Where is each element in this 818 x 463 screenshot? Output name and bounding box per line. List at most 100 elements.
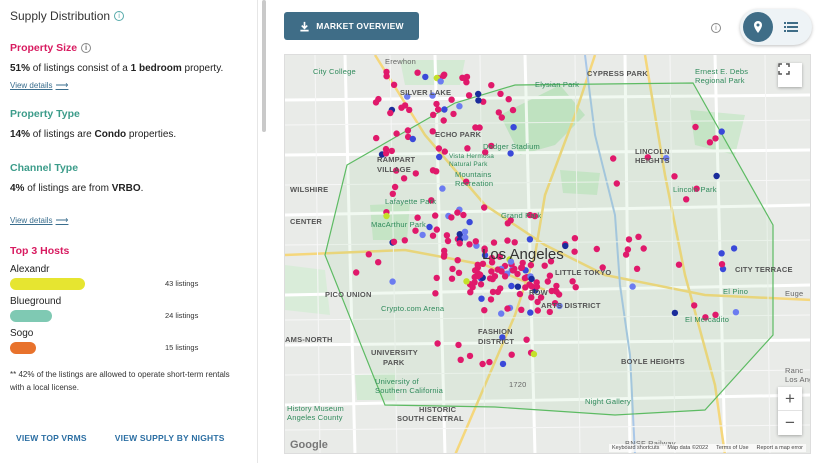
listing-marker[interactable] <box>457 356 464 363</box>
view-top-vrms-link[interactable]: VIEW TOP VRMS <box>16 433 87 443</box>
listing-marker[interactable] <box>511 239 518 246</box>
listing-marker[interactable] <box>449 265 456 273</box>
listing-marker[interactable] <box>401 237 408 244</box>
listing-marker[interactable] <box>593 245 600 253</box>
host-row[interactable]: Sogo 15 listings <box>10 328 247 360</box>
listing-marker[interactable] <box>490 239 498 246</box>
listing-marker[interactable] <box>489 288 497 296</box>
listing-marker[interactable] <box>516 290 524 298</box>
listing-marker[interactable] <box>472 238 479 245</box>
listing-marker[interactable] <box>481 204 488 211</box>
listing-marker[interactable] <box>390 238 398 245</box>
listing-marker[interactable] <box>497 90 504 97</box>
listing-marker[interactable] <box>466 241 473 248</box>
listing-marker[interactable] <box>509 106 517 114</box>
listing-marker[interactable] <box>526 236 534 243</box>
listing-marker[interactable] <box>429 167 437 174</box>
listing-marker[interactable] <box>476 271 484 278</box>
listing-marker[interactable] <box>390 81 398 88</box>
listing-marker[interactable] <box>464 145 471 152</box>
listing-marker[interactable] <box>455 269 463 276</box>
listing-marker[interactable] <box>571 248 578 255</box>
listing-marker[interactable] <box>509 267 517 274</box>
listing-marker[interactable] <box>505 96 512 103</box>
listing-marker[interactable] <box>448 96 455 103</box>
listing-marker[interactable] <box>546 272 554 279</box>
listing-marker[interactable] <box>712 135 719 142</box>
view-toggle[interactable] <box>740 9 812 45</box>
listing-marker[interactable] <box>671 309 679 317</box>
channel-type-view-details-link[interactable]: View details ⟶ <box>10 215 68 226</box>
listing-marker[interactable] <box>466 352 474 360</box>
listing-marker[interactable] <box>388 147 395 155</box>
listing-marker[interactable] <box>718 261 726 268</box>
info-icon[interactable]: i <box>711 23 721 33</box>
listing-marker[interactable] <box>454 257 461 264</box>
listing-marker[interactable] <box>432 212 439 219</box>
listing-marker[interactable] <box>635 233 642 240</box>
listing-marker[interactable] <box>510 124 517 131</box>
listing-marker[interactable] <box>462 234 469 241</box>
view-supply-by-nights-link[interactable]: VIEW SUPPLY BY NIGHTS <box>115 433 225 443</box>
listing-marker[interactable] <box>456 240 463 247</box>
listing-marker[interactable] <box>443 232 451 239</box>
listing-marker[interactable] <box>400 175 408 182</box>
listing-marker[interactable] <box>477 281 485 288</box>
listing-marker[interactable] <box>434 340 441 347</box>
listing-marker[interactable] <box>527 309 534 316</box>
listing-marker[interactable] <box>440 72 447 79</box>
listing-marker[interactable] <box>640 245 647 252</box>
listing-marker[interactable] <box>435 145 443 152</box>
listing-marker[interactable] <box>441 251 448 258</box>
report-error-link[interactable]: Report a map error <box>757 445 803 451</box>
listing-marker[interactable] <box>518 264 526 271</box>
listing-marker[interactable] <box>691 302 698 309</box>
listing-marker[interactable] <box>401 102 409 109</box>
market-overview-button[interactable]: MARKET OVERVIEW <box>284 12 419 40</box>
listing-marker[interactable] <box>552 287 559 294</box>
listing-marker[interactable] <box>508 282 515 290</box>
listing-marker[interactable] <box>412 170 419 177</box>
listing-marker[interactable] <box>508 351 515 358</box>
listing-marker[interactable] <box>430 111 437 118</box>
listing-marker[interactable] <box>523 336 530 343</box>
sidebar-scrollbar[interactable] <box>262 0 266 132</box>
listing-marker[interactable] <box>504 237 511 244</box>
listing-marker[interactable] <box>471 267 479 274</box>
listing-marker[interactable] <box>422 73 429 81</box>
listing-marker[interactable] <box>433 274 440 282</box>
listing-marker[interactable] <box>683 196 690 203</box>
listing-marker[interactable] <box>456 103 463 110</box>
listing-marker[interactable] <box>730 245 738 252</box>
listing-marker[interactable] <box>622 251 630 258</box>
listing-marker[interactable] <box>455 341 462 349</box>
listing-marker[interactable] <box>692 123 699 131</box>
listing-marker[interactable] <box>375 259 382 266</box>
listing-marker[interactable] <box>365 251 372 258</box>
listing-marker[interactable] <box>441 148 448 155</box>
listing-marker[interactable] <box>466 218 473 226</box>
listing-marker[interactable] <box>448 214 455 221</box>
listing-marker[interactable] <box>391 183 399 191</box>
listing-marker[interactable] <box>372 99 380 106</box>
listing-marker[interactable] <box>429 232 437 239</box>
listing-marker[interactable] <box>518 306 525 313</box>
list-icon[interactable] <box>783 19 799 35</box>
listing-marker[interactable] <box>498 310 505 317</box>
listing-marker[interactable] <box>459 74 466 81</box>
listing-marker[interactable] <box>718 128 725 135</box>
listing-marker[interactable] <box>404 127 412 134</box>
listing-marker[interactable] <box>448 275 456 282</box>
listing-marker[interactable] <box>419 231 426 239</box>
listing-marker[interactable] <box>383 73 390 80</box>
listing-marker[interactable] <box>569 278 576 285</box>
listing-marker[interactable] <box>486 358 493 366</box>
map-view-button[interactable] <box>743 12 773 42</box>
listing-marker[interactable] <box>353 269 360 276</box>
listing-marker[interactable] <box>409 135 416 143</box>
keyboard-shortcuts-link[interactable]: Keyboard shortcuts <box>612 445 659 451</box>
listing-marker[interactable] <box>718 250 725 257</box>
listing-marker[interactable] <box>713 172 720 180</box>
listing-marker[interactable] <box>440 117 447 124</box>
zoom-in-button[interactable]: + <box>778 387 802 411</box>
